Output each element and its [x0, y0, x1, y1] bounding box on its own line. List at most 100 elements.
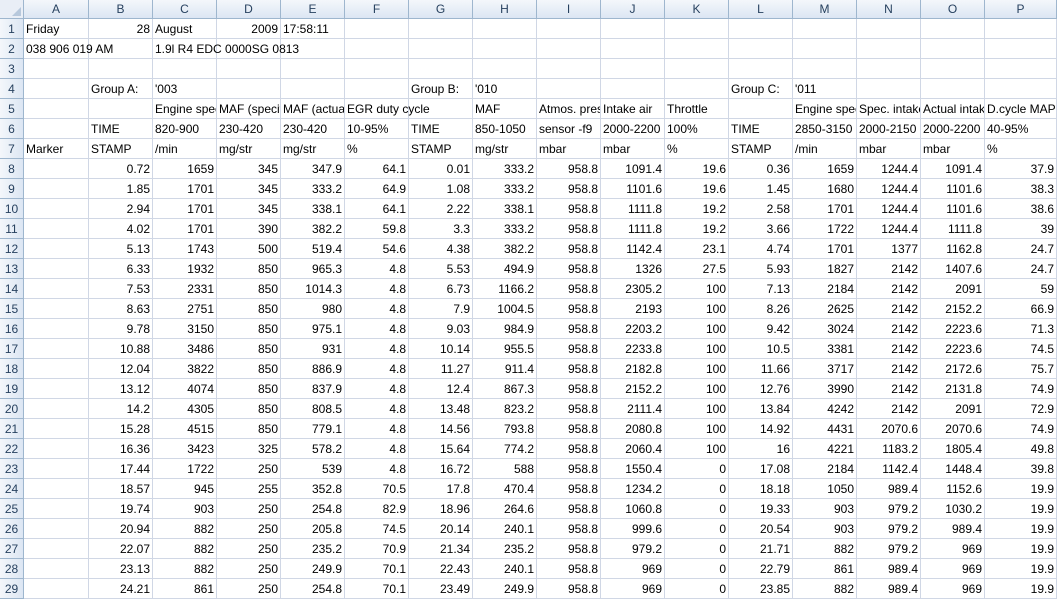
- cell-P9[interactable]: 38.3: [985, 179, 1057, 199]
- cell-P3[interactable]: [985, 59, 1057, 79]
- cell-C28[interactable]: 882: [153, 559, 217, 579]
- row-header-10[interactable]: 10: [0, 199, 24, 219]
- cell-C24[interactable]: 945: [153, 479, 217, 499]
- cell-E23[interactable]: 539: [281, 459, 345, 479]
- cell-G4[interactable]: Group B:: [409, 79, 473, 99]
- cell-B19[interactable]: 13.12: [89, 379, 153, 399]
- cell-O19[interactable]: 2131.8: [921, 379, 985, 399]
- row-header-21[interactable]: 21: [0, 419, 24, 439]
- column-header-L[interactable]: L: [729, 0, 793, 19]
- cell-K3[interactable]: [665, 59, 729, 79]
- cell-M14[interactable]: 2184: [793, 279, 857, 299]
- cell-P11[interactable]: 39: [985, 219, 1057, 239]
- cell-J11[interactable]: 1111.8: [601, 219, 665, 239]
- row-header-4[interactable]: 4: [0, 79, 24, 99]
- cell-I12[interactable]: 958.8: [537, 239, 601, 259]
- cell-O21[interactable]: 2070.6: [921, 419, 985, 439]
- cell-B25[interactable]: 19.74: [89, 499, 153, 519]
- cell-M20[interactable]: 4242: [793, 399, 857, 419]
- cell-D19[interactable]: 850: [217, 379, 281, 399]
- cell-G2[interactable]: [409, 39, 473, 59]
- row-header-9[interactable]: 9: [0, 179, 24, 199]
- cell-N2[interactable]: [857, 39, 921, 59]
- row-header-13[interactable]: 13: [0, 259, 24, 279]
- cell-A26[interactable]: [24, 519, 89, 539]
- cell-F14[interactable]: 4.8: [345, 279, 409, 299]
- select-all-corner[interactable]: [0, 0, 24, 19]
- row-header-20[interactable]: 20: [0, 399, 24, 419]
- cell-H24[interactable]: 470.4: [473, 479, 537, 499]
- cell-B20[interactable]: 14.2: [89, 399, 153, 419]
- cell-D5[interactable]: MAF (specified): [217, 99, 281, 119]
- cell-J14[interactable]: 2305.2: [601, 279, 665, 299]
- cell-C6[interactable]: 820-900: [153, 119, 217, 139]
- cell-A3[interactable]: [24, 59, 89, 79]
- cell-O26[interactable]: 989.4: [921, 519, 985, 539]
- cell-B24[interactable]: 18.57: [89, 479, 153, 499]
- cell-F22[interactable]: 4.8: [345, 439, 409, 459]
- cell-K22[interactable]: 100: [665, 439, 729, 459]
- row-header-5[interactable]: 5: [0, 99, 24, 119]
- cell-H6[interactable]: 850-1050: [473, 119, 537, 139]
- cell-L7[interactable]: STAMP: [729, 139, 793, 159]
- cell-A5[interactable]: [24, 99, 89, 119]
- cell-J7[interactable]: mbar: [601, 139, 665, 159]
- cell-I24[interactable]: 958.8: [537, 479, 601, 499]
- row-header-27[interactable]: 27: [0, 539, 24, 559]
- cell-P5[interactable]: D.cycle MAP: [985, 99, 1057, 119]
- cell-J5[interactable]: Intake air: [601, 99, 665, 119]
- cell-E27[interactable]: 235.2: [281, 539, 345, 559]
- cell-E22[interactable]: 578.2: [281, 439, 345, 459]
- cell-F21[interactable]: 4.8: [345, 419, 409, 439]
- cell-I15[interactable]: 958.8: [537, 299, 601, 319]
- cell-E13[interactable]: 965.3: [281, 259, 345, 279]
- cell-M15[interactable]: 2625: [793, 299, 857, 319]
- cell-P26[interactable]: 19.9: [985, 519, 1057, 539]
- cell-C21[interactable]: 4515: [153, 419, 217, 439]
- cell-B16[interactable]: 9.78: [89, 319, 153, 339]
- cell-D10[interactable]: 345: [217, 199, 281, 219]
- cell-C5[interactable]: Engine speed: [153, 99, 217, 119]
- cell-H8[interactable]: 333.2: [473, 159, 537, 179]
- cell-N19[interactable]: 2142: [857, 379, 921, 399]
- cell-M24[interactable]: 1050: [793, 479, 857, 499]
- cell-H11[interactable]: 333.2: [473, 219, 537, 239]
- cell-J12[interactable]: 1142.4: [601, 239, 665, 259]
- cell-F27[interactable]: 70.9: [345, 539, 409, 559]
- cell-L29[interactable]: 23.85: [729, 579, 793, 599]
- row-header-26[interactable]: 26: [0, 519, 24, 539]
- cell-G10[interactable]: 2.22: [409, 199, 473, 219]
- cell-L26[interactable]: 20.54: [729, 519, 793, 539]
- cell-D20[interactable]: 850: [217, 399, 281, 419]
- cell-G25[interactable]: 18.96: [409, 499, 473, 519]
- cell-D8[interactable]: 345: [217, 159, 281, 179]
- row-header-2[interactable]: 2: [0, 39, 24, 59]
- cell-H27[interactable]: 235.2: [473, 539, 537, 559]
- row-header-7[interactable]: 7: [0, 139, 24, 159]
- column-header-K[interactable]: K: [665, 0, 729, 19]
- cell-J8[interactable]: 1091.4: [601, 159, 665, 179]
- cell-P1[interactable]: [985, 19, 1057, 39]
- cell-P14[interactable]: 59: [985, 279, 1057, 299]
- cell-A1[interactable]: Friday: [24, 19, 89, 39]
- cell-N8[interactable]: 1244.4: [857, 159, 921, 179]
- cell-L19[interactable]: 12.76: [729, 379, 793, 399]
- cell-P27[interactable]: 19.9: [985, 539, 1057, 559]
- cell-P10[interactable]: 38.6: [985, 199, 1057, 219]
- cell-C22[interactable]: 3423: [153, 439, 217, 459]
- column-header-E[interactable]: E: [281, 0, 345, 19]
- cell-F11[interactable]: 59.8: [345, 219, 409, 239]
- cell-L25[interactable]: 19.33: [729, 499, 793, 519]
- cell-O7[interactable]: mbar: [921, 139, 985, 159]
- cell-A28[interactable]: [24, 559, 89, 579]
- cell-M3[interactable]: [793, 59, 857, 79]
- column-header-I[interactable]: I: [537, 0, 601, 19]
- cell-A15[interactable]: [24, 299, 89, 319]
- cell-B5[interactable]: [89, 99, 153, 119]
- cell-J10[interactable]: 1111.8: [601, 199, 665, 219]
- cell-C15[interactable]: 2751: [153, 299, 217, 319]
- cell-J6[interactable]: 2000-2200: [601, 119, 665, 139]
- cell-L11[interactable]: 3.66: [729, 219, 793, 239]
- cell-F25[interactable]: 82.9: [345, 499, 409, 519]
- cell-F24[interactable]: 70.5: [345, 479, 409, 499]
